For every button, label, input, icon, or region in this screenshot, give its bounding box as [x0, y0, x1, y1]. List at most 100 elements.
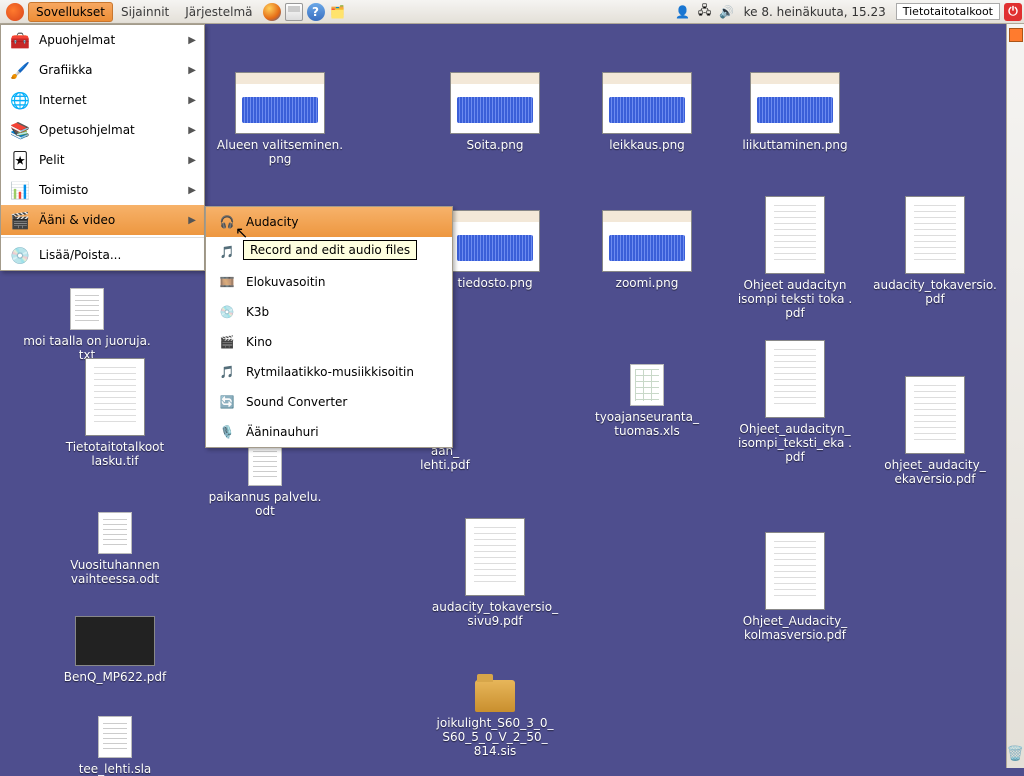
desktop-icon-2[interactable]: leikkaus.png	[572, 72, 722, 152]
app-menu-item-6[interactable]: 🎬Ääni & video▶	[1, 205, 204, 235]
menu-item-icon: 🌐	[9, 89, 31, 111]
icon-label: audacity_tokaversio_sivu9.pdf	[420, 600, 570, 628]
desktop-icon-8[interactable]: audacity_tokaversio.pdf	[860, 196, 1010, 306]
other-launcher-icon[interactable]: 🗂️	[329, 3, 347, 21]
desktop-icon-18[interactable]: audacity_tokaversio_sivu9.pdf	[420, 518, 570, 628]
mail-launcher-icon[interactable]	[285, 3, 303, 21]
app-menu-item-0[interactable]: 🧰Apuohjelmat▶	[1, 25, 204, 55]
desktop-icon-6[interactable]: zoomi.png	[572, 210, 722, 290]
firefox-launcher-icon[interactable]	[263, 3, 281, 21]
desktop-icon-12[interactable]: aan_lehti.pdf	[370, 444, 520, 472]
submenu-item-6[interactable]: 🔄Sound Converter	[206, 387, 452, 417]
desktop-icon-0[interactable]: Alueen valitseminen.png	[205, 72, 355, 166]
thumbnail	[235, 72, 325, 134]
desktop-icon-9[interactable]: moi taalla on juoruja.txt	[12, 288, 162, 362]
submenu-item-label: Kino	[246, 335, 272, 349]
desktop-icon-1[interactable]: Soita.png	[420, 72, 570, 152]
chevron-right-icon: ▶	[188, 185, 196, 196]
submenu-item-label: Ääninauhuri	[246, 425, 319, 439]
app-menu-add-remove[interactable]: 💿Lisää/Poista...	[1, 240, 204, 270]
submenu-item-7[interactable]: 🎙️ Ääninauhuri	[206, 417, 452, 447]
menu-item-icon: 📊	[9, 179, 31, 201]
app-menu-item-3[interactable]: 📚Opetusohjelmat▶	[1, 115, 204, 145]
menu-places[interactable]: Sijainnit	[113, 2, 177, 22]
icon-label: tyoajanseuranta_tuomas.xls	[572, 410, 722, 438]
menu-item-label: Grafiikka	[39, 63, 93, 77]
desktop-icon-15[interactable]: ohjeet_audacity_ekaversio.pdf	[860, 376, 1010, 486]
desktop-icon-17[interactable]: BenQ_MP622.pdf	[40, 616, 190, 684]
clock[interactable]: ke 8. heinäkuuta, 15.23	[738, 5, 892, 19]
chevron-right-icon: ▶	[188, 95, 196, 106]
desktop-icon-19[interactable]: Ohjeet_Audacity_kolmasversio.pdf	[720, 532, 870, 642]
icon-label: ohjeet_audacity_ekaversio.pdf	[860, 458, 1010, 486]
submenu-item-icon: 🎵	[216, 361, 238, 383]
menu-system[interactable]: Järjestelmä	[177, 2, 260, 22]
network-icon[interactable]: 🖧	[696, 3, 714, 21]
icon-label: Alueen valitseminen.png	[205, 138, 355, 166]
submenu-item-icon: 🎙️	[216, 421, 238, 443]
submenu-item-icon: 🎵	[216, 241, 238, 263]
submenu-item-0[interactable]: 🎧Audacity	[206, 207, 452, 237]
app-menu-item-1[interactable]: 🖌️ Grafiikka ▶	[1, 55, 204, 85]
thumbnail	[75, 616, 155, 666]
document-icon	[98, 512, 132, 554]
icon-label: zoomi.png	[572, 276, 722, 290]
thumbnail	[602, 210, 692, 272]
submenu-item-4[interactable]: 🎬Kino	[206, 327, 452, 357]
menu-applications[interactable]: Sovellukset	[28, 2, 113, 22]
app-menu-item-4[interactable]: 🃏Pelit▶	[1, 145, 204, 175]
thumbnail	[602, 72, 692, 134]
icon-label: Ohjeet audacityn isompi teksti toka .pdf	[720, 278, 870, 320]
chevron-right-icon: ▶	[188, 125, 196, 136]
thumbnail	[765, 532, 825, 610]
trash-icon[interactable]: 🗑️	[1007, 746, 1024, 762]
app-menu-item-5[interactable]: 📊Toimisto▶	[1, 175, 204, 205]
submenu-item-label: Sound Converter	[246, 395, 347, 409]
desktop-icon-3[interactable]: liikuttaminen.png	[720, 72, 870, 152]
thumbnail	[905, 196, 965, 274]
document-icon	[248, 444, 282, 486]
chevron-right-icon: ▶	[188, 215, 196, 226]
submenu-item-2[interactable]: 🎞️ Elokuvasoitin	[206, 267, 452, 297]
submenu-item-icon: 🎞️	[216, 271, 238, 293]
icon-label: liikuttaminen.png	[720, 138, 870, 152]
submenu-item-icon: 💿	[216, 301, 238, 323]
chevron-right-icon: ▶	[188, 65, 196, 76]
menu-item-icon: 📚	[9, 119, 31, 141]
ubuntu-logo-icon	[6, 3, 24, 21]
menu-item-label: Apuohjelmat	[39, 33, 115, 47]
submenu-item-5[interactable]: 🎵Rytmilaatikko-musiikkisoitin	[206, 357, 452, 387]
desktop-icon-10[interactable]: Tietotaitotalkoot lasku.tif	[40, 358, 190, 468]
desktop-icon-20[interactable]: joikulight_S60_3_0_S60_5_0_V_2_50_814.si…	[420, 680, 570, 758]
volume-icon[interactable]: 🔊	[718, 3, 736, 21]
shutdown-icon[interactable]: ⏻	[1004, 3, 1022, 21]
desktop-icon-13[interactable]: tyoajanseuranta_tuomas.xls	[572, 364, 722, 438]
menu-item-label: Ääni & video	[39, 213, 115, 227]
icon-label: tee_lehti.sla	[40, 762, 190, 776]
desktop-icon-7[interactable]: Ohjeet audacityn isompi teksti toka .pdf	[720, 196, 870, 320]
app-menu-item-2[interactable]: 🌐Internet▶	[1, 85, 204, 115]
icon-label: paikannus palvelu.odt	[190, 490, 340, 518]
desktop-icon-16[interactable]: Vuosituhannen vaihteessa.odt	[40, 512, 190, 586]
menu-item-icon: 🖌️	[9, 59, 31, 81]
add-remove-icon: 💿	[9, 244, 31, 266]
submenu-item-3[interactable]: 💿 K3b	[206, 297, 452, 327]
desktop-icon-21[interactable]: tee_lehti.sla	[40, 716, 190, 776]
notification-banner[interactable]: Tietotaitotalkoot	[896, 3, 1000, 20]
user-switch-icon[interactable]: 👤	[674, 3, 692, 21]
thumbnail	[465, 518, 525, 596]
desktop-icon-11[interactable]: paikannus palvelu.odt	[190, 444, 340, 518]
help-launcher-icon[interactable]: ?	[307, 3, 325, 21]
menu-item-icon: 🃏	[9, 149, 31, 171]
thumbnail	[750, 72, 840, 134]
top-panel: Sovellukset Sijainnit Järjestelmä ? 🗂️ 👤…	[0, 0, 1024, 24]
tooltip: Record and edit audio files	[243, 240, 417, 260]
submenu-item-label: K3b	[246, 305, 269, 319]
submenu-item-label: Elokuvasoitin	[246, 275, 325, 289]
thumbnail	[765, 340, 825, 418]
desktop-icon-14[interactable]: Ohjeet_audacityn_isompi_teksti_eka .pdf	[720, 340, 870, 464]
icon-label: Vuosituhannen vaihteessa.odt	[40, 558, 190, 586]
file-icon	[70, 288, 104, 330]
workspace-switcher-icon[interactable]	[1009, 28, 1023, 42]
icon-label: Soita.png	[420, 138, 570, 152]
